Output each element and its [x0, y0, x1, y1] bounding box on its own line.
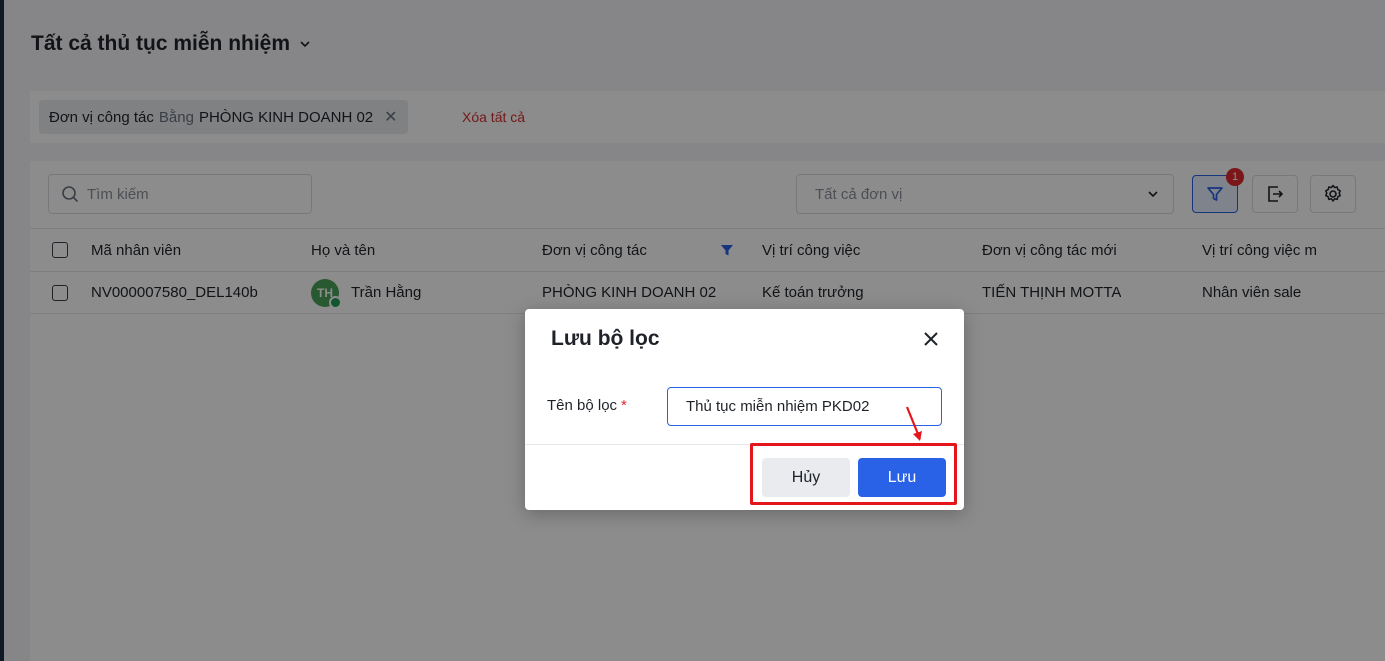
dialog-title: Lưu bộ lọc: [551, 327, 660, 350]
close-icon[interactable]: [921, 329, 941, 349]
filter-name-label-text: Tên bộ lọc: [547, 397, 618, 414]
required-mark: *: [621, 397, 627, 414]
highlight-box: [750, 443, 957, 505]
filter-name-label: Tên bộ lọc *: [547, 397, 627, 414]
pointer-arrow-icon: [905, 406, 922, 441]
